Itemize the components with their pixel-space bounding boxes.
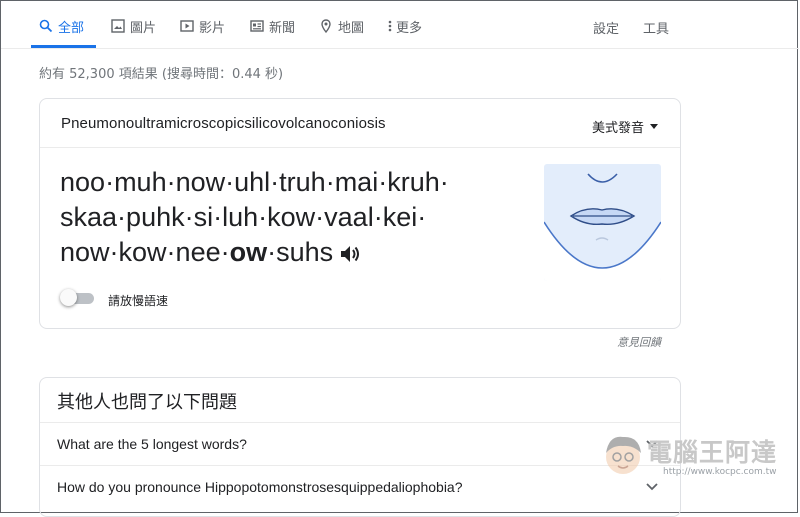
mascot-logo — [606, 436, 641, 474]
toggle-knob — [60, 289, 77, 306]
map-pin-icon — [321, 19, 331, 33]
accent-label: 美式發音 — [591, 121, 644, 136]
tab-maps[interactable]: 地圖 — [319, 16, 364, 36]
accent-dropdown[interactable]: 美式發音 — [592, 117, 658, 136]
video-icon — [180, 20, 194, 32]
syllable: kow — [267, 202, 316, 232]
syllable: mai — [334, 167, 379, 197]
tab-label: 地圖 — [338, 20, 365, 36]
tab-images[interactable]: 圖片 — [111, 16, 156, 36]
syllable-separator: · — [166, 237, 176, 267]
syllable: kei — [382, 202, 418, 232]
syllable: truh — [279, 167, 326, 197]
paa-title: 其他人也問了以下問題 — [57, 392, 237, 413]
syllable-separator: · — [117, 202, 127, 232]
pronunciation-card: Pneumonoultramicroscopicsilicovolcanocon… — [39, 98, 681, 329]
watermark-url: http://www.kocpc.com.tw — [663, 467, 777, 477]
watermark: 電腦王阿達 http://www.kocpc.com.tw — [599, 429, 789, 489]
tab-more[interactable]: 更多 — [386, 16, 422, 36]
caret-down-icon — [650, 124, 658, 129]
image-icon — [111, 19, 125, 33]
more-vert-icon — [388, 20, 392, 32]
question-text: How do you pronounce Hippopotomonstroses… — [57, 479, 463, 495]
tab-label: 更多 — [396, 20, 423, 36]
slow-speed-toggle[interactable] — [60, 289, 96, 306]
syllable-separator: · — [417, 202, 427, 232]
tab-news[interactable]: 新聞 — [250, 16, 295, 36]
news-icon — [250, 20, 264, 32]
question-text: What are the 5 longest words? — [57, 436, 247, 452]
syllable: si — [193, 202, 214, 232]
stressed-syllable: ow — [229, 237, 268, 267]
slow-speed-label: 請放慢語速 — [108, 294, 169, 308]
tab-all[interactable]: 全部 — [39, 16, 84, 36]
syllable: suhs — [276, 237, 334, 267]
tab-videos[interactable]: 影片 — [180, 16, 225, 36]
question-row[interactable]: How do you pronounce Hippopotomonstroses… — [40, 465, 680, 509]
syllable-separator: · — [315, 202, 325, 232]
speaker-icon[interactable] — [339, 243, 361, 265]
syllable: skaa — [60, 202, 118, 232]
search-tabs: 全部 圖片 影片 新聞 地圖 更多 設定 工具 — [1, 1, 799, 49]
syllable: noo — [60, 167, 106, 197]
pronunciation-header: Pneumonoultramicroscopicsilicovolcanocon… — [40, 99, 680, 148]
result-stats: 約有 52,300 項結果 (搜尋時間：0.44 秒) — [39, 67, 284, 82]
question-row[interactable]: What are the 5 longest words? — [40, 422, 680, 466]
syllable: kow — [118, 237, 167, 267]
syllable-separator: · — [378, 167, 388, 197]
syllable: kruh — [387, 167, 440, 197]
browser-frame: 全部 圖片 影片 新聞 地圖 更多 設定 工具 約有 52,300 項結果 (搜… — [0, 0, 799, 517]
syllable: muh — [114, 167, 167, 197]
syllable-separator: · — [373, 202, 383, 232]
watermark-text: 電腦王阿達 — [647, 438, 778, 467]
feedback-link[interactable]: 意見回饋 — [617, 334, 661, 350]
headword: Pneumonoultramicroscopicsilicovolcanocon… — [61, 115, 386, 132]
syllable-separator: · — [258, 202, 268, 232]
search-icon — [39, 19, 53, 33]
tab-label: 圖片 — [130, 20, 157, 36]
tab-label: 影片 — [199, 20, 226, 36]
people-also-ask: 其他人也問了以下問題 What are the 5 longest words?… — [39, 377, 681, 517]
syllable-separator: · — [213, 202, 223, 232]
syllable: uhl — [234, 167, 271, 197]
syllable: vaal — [324, 202, 374, 232]
mouth-animation[interactable] — [544, 164, 661, 281]
syllable: now — [175, 167, 226, 197]
syllable: now — [60, 237, 110, 267]
syllable-separator: · — [225, 167, 235, 197]
syllable: puhk — [126, 202, 185, 232]
phonetic-spelling: noo·muh·now·uhl·truh·mai·kruh· skaa·puhk·… — [60, 165, 530, 270]
syllable-separator: · — [220, 237, 230, 267]
syllable: luh — [222, 202, 259, 232]
syllable-separator: · — [267, 237, 277, 267]
syllable-separator: · — [109, 237, 119, 267]
syllable-separator: · — [325, 167, 335, 197]
syllable-separator: · — [270, 167, 280, 197]
settings-link[interactable]: 設定 — [593, 18, 619, 37]
syllable-separator: · — [439, 167, 449, 197]
syllable-separator: · — [166, 167, 176, 197]
mouth-illustration — [544, 173, 661, 281]
tab-label: 全部 — [58, 20, 85, 36]
tab-label: 新聞 — [269, 20, 296, 36]
tools-link[interactable]: 工具 — [643, 18, 669, 37]
syllable: nee — [175, 237, 221, 267]
syllable-separator: · — [105, 167, 115, 197]
active-tab-indicator — [31, 45, 96, 48]
syllable-separator: · — [184, 202, 194, 232]
